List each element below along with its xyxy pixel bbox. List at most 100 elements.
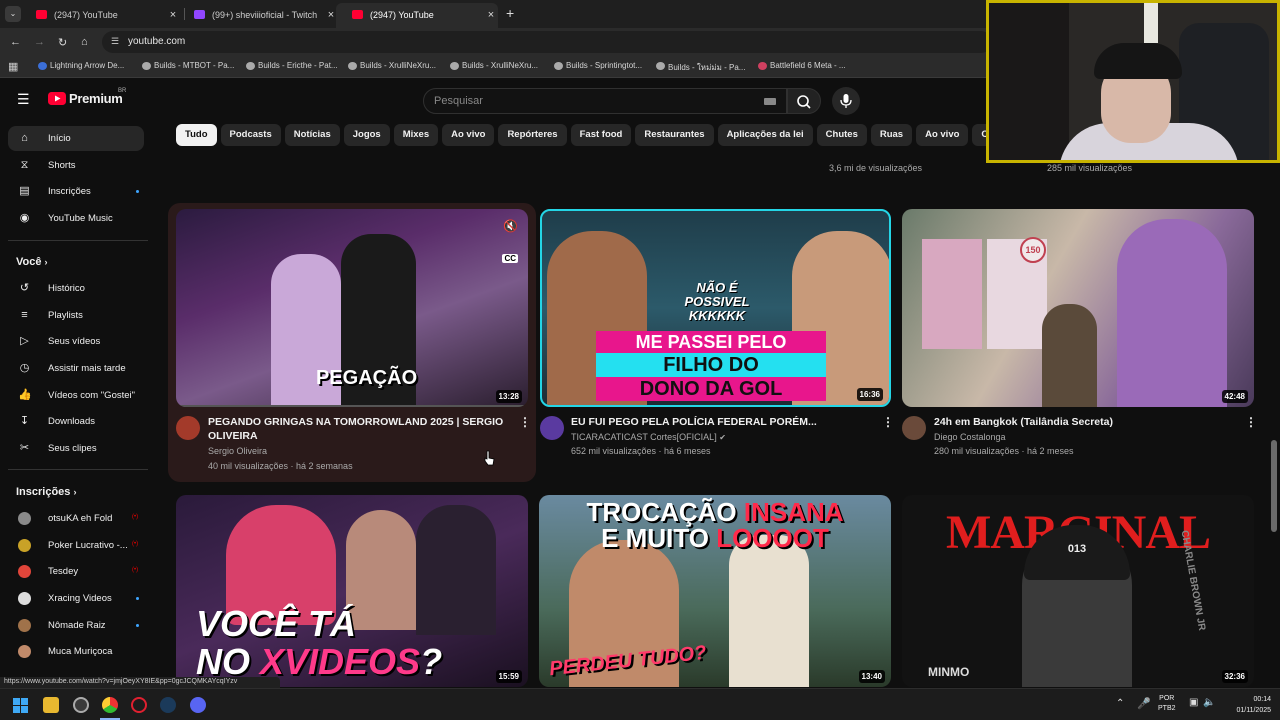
back-arrow-icon[interactable]: ← — [10, 36, 21, 48]
chip-tudo[interactable]: Tudo — [176, 124, 217, 146]
app-icon[interactable] — [73, 697, 89, 713]
sidebar-item-inscricoes[interactable]: ▤ Inscrições — [8, 179, 144, 204]
network-icon[interactable]: ▣ — [1189, 697, 1198, 708]
clock-date: 01/11/2025 — [1236, 707, 1271, 714]
sidebar-item-assistir-mais-tarde[interactable]: ◷ Assistir mais tarde — [8, 356, 144, 381]
hamburger-menu-icon[interactable]: ☰ — [17, 91, 30, 108]
channel-name[interactable]: TICARACATICAST Cortes[OFICIAL] ✔ — [571, 430, 726, 445]
bookmark-item[interactable]: Builds - XrulliNeXru... — [450, 61, 538, 70]
mute-icon[interactable]: 🔇 — [503, 219, 518, 233]
chip-fast-food[interactable]: Fast food — [570, 124, 632, 146]
video-thumbnail[interactable]: PEGAÇÃO 🔇 CC 13:28 — [176, 209, 528, 407]
more-options-icon[interactable]: ⋮ — [519, 415, 531, 429]
search-button[interactable] — [787, 88, 821, 114]
sidebar-item-videos-gostei[interactable]: 👍 Vídeos com "Gostei" — [8, 383, 144, 408]
bookmark-item[interactable]: Lightning Arrow De... — [38, 61, 124, 70]
chip-jogos[interactable]: Jogos — [343, 124, 390, 146]
sidebar-item-historico[interactable]: ↺ Histórico — [8, 276, 144, 301]
video-title[interactable]: 24h em Bangkok (Tailândia Secreta) — [934, 415, 1234, 429]
sidebar-voce-header[interactable]: Você › — [16, 256, 48, 268]
bookmark-item[interactable]: Builds - XrulliNeXru... — [348, 61, 436, 70]
chip-reporteres[interactable]: Repórteres — [498, 124, 567, 146]
sidebar-inscricoes-header[interactable]: Inscrições › — [16, 486, 76, 498]
chip-ao-vivo[interactable]: Ao vivo — [442, 124, 495, 146]
channel-avatar[interactable] — [902, 416, 926, 440]
channel-avatar[interactable] — [176, 416, 200, 440]
volume-icon[interactable]: 🔈 — [1203, 697, 1215, 708]
video-thumbnail[interactable]: TROCAÇÃO INSANA E MUITO LOOOOT PERDEU TU… — [539, 495, 891, 687]
chip-mixes[interactable]: Mixes — [393, 124, 439, 146]
site-info-icon[interactable]: ☰ — [111, 36, 119, 47]
chrome-icon[interactable] — [102, 697, 118, 713]
youtube-premium-logo[interactable]: Premium BR — [48, 88, 126, 110]
channel-name[interactable]: Sergio Oliveira — [208, 444, 267, 459]
new-content-dot — [136, 624, 139, 627]
more-options-icon[interactable]: ⋮ — [1245, 415, 1257, 429]
video-thumbnail[interactable]: VOCÊ TÁ NO XVIDEOS? 15:59 — [176, 495, 528, 687]
video-thumbnail[interactable]: NÃO É POSSIVEL KKKKKK ME PASSEI PELO FILHO… — [540, 209, 891, 407]
bookmark-item[interactable]: Builds - Sprintingtot... — [554, 61, 642, 70]
tray-microphone-icon[interactable]: 🎤 — [1137, 697, 1151, 710]
tab-twitch[interactable]: (99+) sheviiioficial - Twitch × — [178, 3, 338, 28]
address-bar[interactable]: ☰ youtube.com — [102, 31, 992, 53]
bookmark-item[interactable]: Builds - MTBOT - Pa... — [142, 61, 234, 70]
bookmark-item[interactable]: Builds - Ericthe - Pat... — [246, 61, 338, 70]
new-tab-button[interactable]: + — [506, 5, 514, 21]
sidebar-item-seus-clipes[interactable]: ✂ Seus clipes — [8, 436, 144, 461]
forward-arrow-icon[interactable]: → — [34, 36, 45, 48]
chip-restaurantes[interactable]: Restaurantes — [635, 124, 714, 146]
opera-icon[interactable] — [131, 697, 147, 713]
bookmark-favicon-icon — [656, 62, 665, 70]
video-title[interactable]: PEGANDO GRINGAS NA TOMORROWLAND 2025 | S… — [208, 415, 508, 443]
bookmark-item[interactable]: Builds - ใหม่ม่ม - Pa... — [656, 61, 745, 74]
sidebar-sub-poker[interactable]: Poker Lucrativo -... (•) — [8, 533, 144, 558]
voice-search-button[interactable] — [832, 87, 860, 115]
chip-ruas[interactable]: Ruas — [870, 124, 913, 146]
tray-chevron-up-icon[interactable]: ⌃ — [1116, 698, 1124, 709]
chip-aplicacoes-da-lei[interactable]: Aplicações da lei — [717, 124, 813, 146]
home-browser-icon[interactable]: ⌂ — [81, 36, 88, 48]
sidebar-sub-xracing[interactable]: Xracing Videos — [8, 586, 144, 611]
tab-youtube-1[interactable]: (2947) YouTube × — [20, 3, 180, 28]
bookmark-item[interactable]: Battlefield 6 Meta - ... — [758, 61, 846, 70]
apps-grid-icon[interactable]: ▦ — [8, 60, 18, 73]
sidebar-sub-tesdey[interactable]: Tesdey (•) — [8, 559, 144, 584]
more-options-icon[interactable]: ⋮ — [882, 415, 894, 429]
channel-avatar[interactable] — [540, 416, 564, 440]
close-tab-icon[interactable]: × — [484, 9, 498, 21]
channel-name[interactable]: Diego Costalonga — [934, 430, 1006, 445]
closed-captions-icon[interactable]: CC — [502, 254, 518, 263]
sidebar-sub-nomade[interactable]: Nômade Raiz — [8, 613, 144, 638]
chip-podcasts[interactable]: Podcasts — [220, 124, 281, 146]
page-scrollbar-thumb[interactable] — [1271, 440, 1277, 532]
discord-icon[interactable] — [190, 697, 206, 713]
language-code: POR — [1159, 695, 1175, 702]
sidebar-item-shorts[interactable]: ⧖ Shorts — [8, 153, 144, 178]
clock[interactable]: 00:14 01/11/2025 — [1221, 694, 1271, 716]
video-title[interactable]: EU FUI PEGO PELA POLÍCIA FEDERAL PORÉM..… — [571, 415, 871, 429]
reload-icon[interactable]: ↻ — [58, 36, 67, 49]
chip-chutes[interactable]: Chutes — [816, 124, 867, 146]
language-indicator[interactable]: POR PTB2 — [1158, 694, 1176, 714]
windows-start-icon[interactable] — [13, 698, 28, 713]
steam-icon[interactable] — [160, 697, 176, 713]
search-input[interactable]: Pesquisar — [423, 88, 787, 114]
sidebar-sub-muca[interactable]: Muca Muriçoca — [8, 639, 144, 664]
sidebar-item-inicio[interactable]: ⌂ Início — [8, 126, 144, 151]
sidebar-item-playlists[interactable]: ≡ Playlists — [8, 303, 144, 328]
video-meta: 285 mil visualizações — [1047, 163, 1133, 173]
sidebar-sub-otsuka[interactable]: otsuKA eh Fold (•) — [8, 506, 144, 531]
sidebar-item-downloads[interactable]: ↧ Downloads — [8, 409, 144, 434]
sidebar-item-seus-videos[interactable]: ▷ Seus vídeos — [8, 329, 144, 354]
video-thumbnail[interactable]: 150 42:48 — [902, 209, 1254, 407]
file-explorer-icon[interactable] — [43, 697, 59, 713]
sidebar-item-label: Inscrições — [48, 186, 91, 197]
chip-ao-vivo-2[interactable]: Ao vivo — [916, 124, 969, 146]
tab-youtube-active[interactable]: (2947) YouTube × — [336, 3, 498, 28]
thumbnail-figure — [346, 510, 416, 630]
sidebar-item-youtube-music[interactable]: ◉ YouTube Music — [8, 206, 144, 231]
chip-noticias[interactable]: Notícias — [284, 124, 340, 146]
tab-search-menu[interactable]: ⌄ — [5, 6, 21, 22]
keyboard-icon[interactable] — [764, 98, 776, 105]
video-thumbnail[interactable]: MARGINAL 013 CHARLIE BROWN JR MINMO 32:3… — [902, 495, 1254, 687]
